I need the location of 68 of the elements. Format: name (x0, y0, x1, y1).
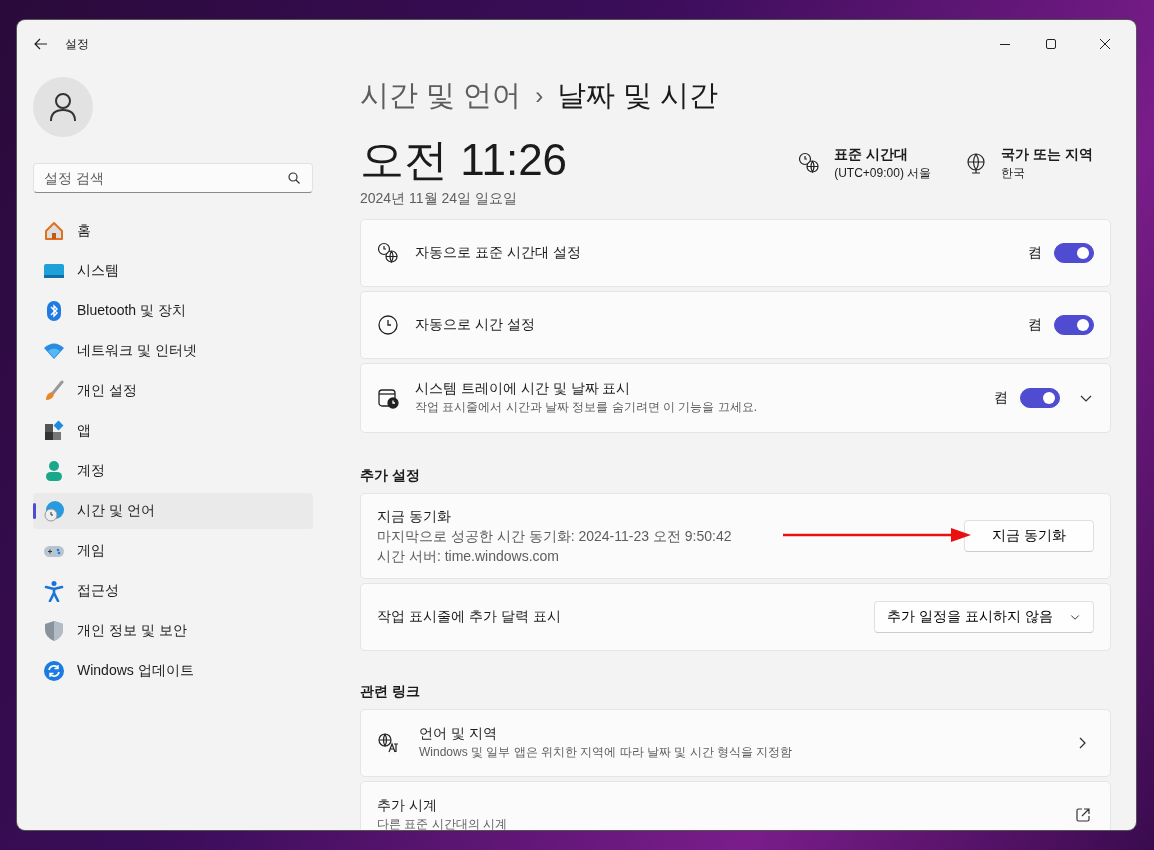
setting-description: 시간 서버: time.windows.com (377, 546, 561, 566)
close-icon[interactable] (1100, 39, 1110, 49)
setting-label: 자동으로 표준 시간대 설정 (415, 244, 581, 262)
sidebar-item[interactable]: 개인 설정 (33, 373, 313, 409)
current-time: 오전 11:26 (360, 134, 568, 186)
info-title: 표준 시간대 (834, 146, 910, 164)
sidebar-item[interactable]: Windows 업데이트 (33, 653, 313, 689)
search-field[interactable]: 설정 검색 (33, 163, 313, 193)
link-title: 언어 및 지역 (419, 725, 498, 743)
toggle-state: 켬 (1028, 244, 1042, 262)
breadcrumb-link[interactable]: 시간 및 언어 (360, 76, 522, 116)
accessibility-icon (43, 580, 65, 602)
sidebar-item[interactable]: 시스템 (33, 253, 313, 289)
globe-clock-icon (798, 152, 821, 174)
globe-clock-icon (377, 242, 399, 264)
setting-label: 지금 동기화 (377, 506, 452, 526)
page-title: 날짜 및 시간 (557, 78, 719, 113)
external-link-icon (1076, 808, 1090, 822)
link-card[interactable]: 추가 시계 다른 표준 시간대의 시계 (360, 781, 1111, 830)
sidebar-item[interactable]: 앱 (33, 413, 313, 449)
setting-label: 시스템 트레이에 시간 및 날짜 표시 (415, 380, 632, 398)
setting-label: 작업 표시줄에 추가 달력 표시 (377, 608, 561, 626)
search-icon[interactable] (288, 172, 300, 184)
link-title: 추가 시계 (377, 797, 438, 815)
breadcrumb-separator: › (535, 82, 544, 110)
sidebar-item[interactable]: 계정 (33, 453, 313, 489)
toggle-switch[interactable] (1054, 315, 1094, 335)
section-heading: 관련 링크 (360, 683, 421, 701)
sidebar-item[interactable]: 게임 (33, 533, 313, 569)
link-card[interactable]: 언어 및 지역 Windows 및 일부 앱은 위치한 지역에 따라 날짜 및 시간 형식을 지정함 (360, 709, 1111, 777)
sidebar-item[interactable]: 시간 및 언어 (33, 493, 313, 529)
update-icon (43, 660, 65, 682)
sidebar-item[interactable]: 네트워크 및 인터넷 (33, 333, 313, 369)
info-value: 한국 (1001, 166, 1026, 180)
link-description: 다른 표준 시간대의 시계 (377, 816, 507, 830)
toggle-state: 켬 (1028, 316, 1042, 334)
setting-description: 마지막으로 성공한 시간 동기화: 2024-11-23 오전 9:50:42 (377, 526, 732, 546)
link-description: Windows 및 일부 앱은 위치한 지역에 따라 날짜 및 시간 형식을 지정함 (419, 744, 793, 761)
setting-description: 작업 표시줄에서 시간과 날짜 정보를 숨기려면 이 기능을 끄세요. (415, 399, 757, 416)
section-heading: 추가 설정 (360, 467, 421, 485)
sidebar-item[interactable]: Bluetooth 및 장치 (33, 293, 313, 329)
window-title: 설정 (65, 35, 89, 53)
selection-indicator (33, 503, 36, 519)
home-icon (43, 220, 65, 242)
toggle-switch[interactable] (1054, 243, 1094, 263)
brush-icon (43, 380, 65, 402)
sidebar-item[interactable]: 개인 정보 및 보안 (33, 613, 313, 649)
sync-button[interactable]: 지금 동기화 (964, 520, 1094, 552)
info-value: (UTC+09:00) 서울 (834, 166, 932, 180)
account-icon (43, 460, 65, 482)
setting-label: 자동으로 시간 설정 (415, 316, 535, 334)
calendar-dropdown[interactable]: 추가 일정을 표시하지 않음 (874, 601, 1094, 633)
calendar-clock-icon (377, 387, 399, 409)
back-icon[interactable] (34, 38, 48, 50)
sidebar-item[interactable]: 접근성 (33, 573, 313, 609)
toggle-state: 켬 (994, 389, 1008, 407)
language-icon (377, 732, 399, 754)
info-title: 국가 또는 지역 (1001, 146, 1093, 164)
clock-icon (377, 314, 399, 336)
current-date: 2024년 11월 24일 일요일 (360, 190, 518, 208)
sidebar-item[interactable]: 홈 (33, 213, 313, 249)
time-icon (43, 500, 65, 522)
minimize-icon[interactable] (1000, 43, 1010, 45)
toggle-switch[interactable] (1020, 388, 1060, 408)
shield-icon (43, 620, 65, 642)
maximize-icon[interactable] (1046, 39, 1056, 49)
globe-icon (965, 152, 988, 174)
apps-icon (43, 420, 65, 442)
